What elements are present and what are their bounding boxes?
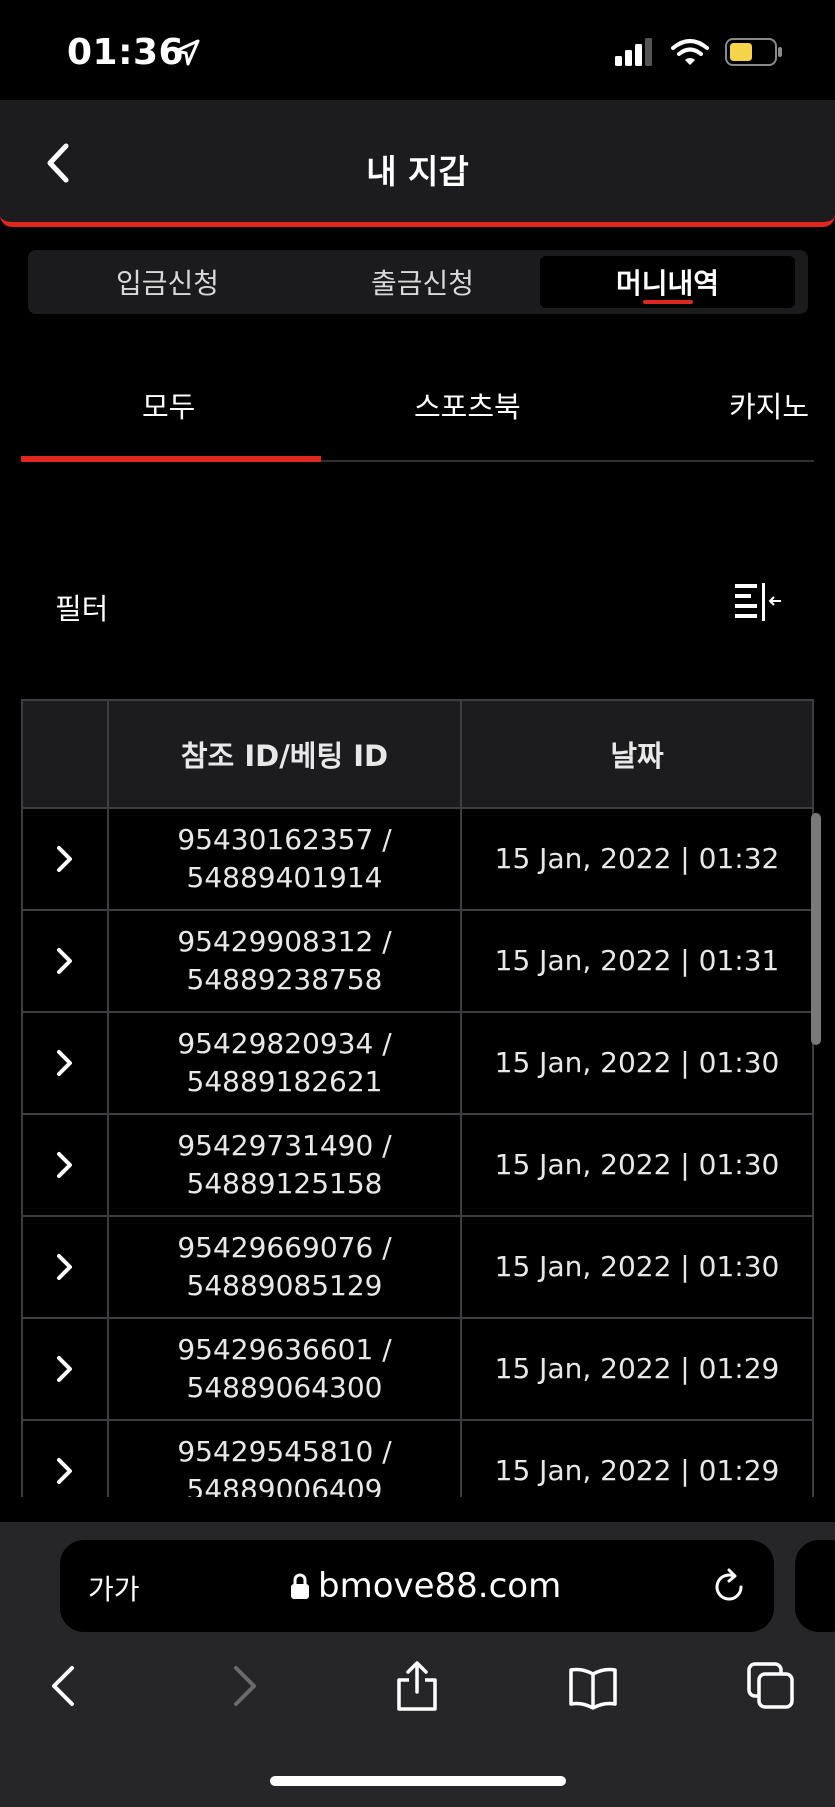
segment-money-history[interactable]: 머니내역	[540, 256, 795, 308]
reload-icon[interactable]	[709, 1567, 749, 1607]
table-row[interactable]: 95430162357 / 54889401914 15 Jan, 2022 | …	[23, 807, 812, 911]
expand-cell[interactable]	[23, 1419, 109, 1497]
signal-icon	[615, 38, 652, 66]
wallet-segment-control: 입금신청 출금신청 머니내역	[28, 250, 808, 314]
table-row[interactable]: 95429545810 / 54889006409 15 Jan, 2022 | …	[23, 1419, 812, 1497]
date-cell: 15 Jan, 2022 | 01:30	[460, 1011, 812, 1115]
segment-label: 입금신청	[115, 267, 220, 300]
browser-back-icon[interactable]	[40, 1660, 90, 1712]
text-size-button[interactable]: 가가	[88, 1568, 140, 1608]
ref-cell: 95430162357 / 54889401914	[107, 807, 462, 911]
tabs-icon[interactable]	[746, 1660, 796, 1712]
expand-cell[interactable]	[23, 1113, 109, 1217]
date-cell: 15 Jan, 2022 | 01:32	[460, 807, 812, 911]
row-expand-chevron-icon[interactable]	[53, 1048, 77, 1078]
bookmarks-icon[interactable]	[568, 1660, 618, 1712]
tab-sportsbook[interactable]: 스포츠북	[414, 384, 521, 426]
money-history-table: 참조 ID/베팅 ID 날짜 95430162357 / 54889401914 …	[21, 699, 814, 1497]
column-header-ref-id: 참조 ID/베팅 ID	[107, 701, 462, 809]
bet-id: 54889401914	[186, 861, 383, 894]
wifi-icon	[671, 39, 709, 65]
url-display[interactable]: bmove88.com	[290, 1566, 561, 1606]
ref-cell: 95429545810 / 54889006409	[107, 1419, 462, 1497]
date-cell: 15 Jan, 2022 | 01:31	[460, 909, 812, 1013]
expand-cell[interactable]	[23, 1011, 109, 1115]
row-expand-chevron-icon[interactable]	[53, 1150, 77, 1180]
lock-icon	[291, 1573, 309, 1599]
table-row[interactable]: 95429820934 / 54889182621 15 Jan, 2022 | …	[23, 1011, 812, 1115]
row-expand-chevron-icon[interactable]	[53, 1456, 77, 1486]
next-tab-preview[interactable]	[795, 1540, 835, 1632]
active-segment-indicator	[642, 300, 693, 304]
bet-id: 54889085129	[186, 1269, 383, 1302]
status-icons	[615, 38, 783, 66]
date-cell: 15 Jan, 2022 | 01:29	[460, 1419, 812, 1497]
url-text: bmove88.com	[318, 1566, 562, 1606]
date-cell: 15 Jan, 2022 | 01:30	[460, 1215, 812, 1319]
table-row[interactable]: 95429669076 / 54889085129 15 Jan, 2022 | …	[23, 1215, 812, 1319]
ref-cell: 95429820934 / 54889182621	[107, 1011, 462, 1115]
home-indicator	[270, 1776, 566, 1786]
battery-icon	[725, 38, 782, 66]
segment-deposit[interactable]: 입금신청	[40, 256, 295, 308]
bet-id: 54889125158	[186, 1167, 383, 1200]
date-cell: 15 Jan, 2022 | 01:29	[460, 1317, 812, 1421]
share-icon[interactable]	[392, 1660, 442, 1712]
row-expand-chevron-icon[interactable]	[53, 1252, 77, 1282]
status-time: 01:36	[67, 32, 185, 73]
bet-id: 54889182621	[186, 1065, 383, 1098]
table-row[interactable]: 95429636601 / 54889064300 15 Jan, 2022 | …	[23, 1317, 812, 1421]
ref-id: 95429545810 /	[177, 1435, 392, 1468]
ref-id: 95429636601 /	[177, 1333, 392, 1366]
ref-id: 95429731490 /	[177, 1129, 392, 1162]
ref-cell: 95429908312 / 54889238758	[107, 909, 462, 1013]
tab-casino[interactable]: 카지노	[729, 384, 809, 426]
filter-collapse-icon[interactable]	[733, 581, 783, 623]
table-row[interactable]: 95429908312 / 54889238758 15 Jan, 2022 | …	[23, 909, 812, 1013]
row-expand-chevron-icon[interactable]	[53, 946, 77, 976]
page-title: 내 지갑	[366, 152, 469, 191]
column-header-date: 날짜	[460, 701, 812, 809]
ref-cell: 95429636601 / 54889064300	[107, 1317, 462, 1421]
ref-cell: 95429731490 / 54889125158	[107, 1113, 462, 1217]
segment-label: 출금신청	[370, 267, 475, 300]
active-tab-indicator	[21, 456, 321, 462]
segment-label: 머니내역	[615, 267, 720, 300]
expand-cell[interactable]	[23, 807, 109, 911]
ref-id: 95429669076 /	[177, 1231, 392, 1264]
expand-cell[interactable]	[23, 1215, 109, 1319]
bet-id: 54889006409	[186, 1473, 383, 1497]
browser-forward-icon	[234, 1666, 256, 1706]
bet-id: 54889238758	[186, 963, 383, 996]
ref-id: 95430162357 /	[177, 823, 392, 856]
table-scrollbar[interactable]	[811, 813, 821, 1045]
tab-all[interactable]: 모두	[142, 384, 195, 426]
table-row[interactable]: 95429731490 / 54889125158 15 Jan, 2022 | …	[23, 1113, 812, 1217]
ref-cell: 95429669076 / 54889085129	[107, 1215, 462, 1319]
filter-label[interactable]: 필터	[55, 586, 108, 628]
ref-id: 95429908312 /	[177, 925, 392, 958]
table-header-row: 참조 ID/베팅 ID 날짜	[23, 701, 812, 809]
ref-id: 95429820934 /	[177, 1027, 392, 1060]
segment-withdraw[interactable]: 출금신청	[295, 256, 550, 308]
row-expand-chevron-icon[interactable]	[53, 1354, 77, 1384]
expand-cell[interactable]	[23, 909, 109, 1013]
date-cell: 15 Jan, 2022 | 01:30	[460, 1113, 812, 1217]
expand-cell[interactable]	[23, 1317, 109, 1421]
column-header-expand	[23, 701, 109, 809]
row-expand-chevron-icon[interactable]	[53, 844, 77, 874]
bet-id: 54889064300	[186, 1371, 383, 1404]
location-arrow-icon	[174, 39, 200, 66]
